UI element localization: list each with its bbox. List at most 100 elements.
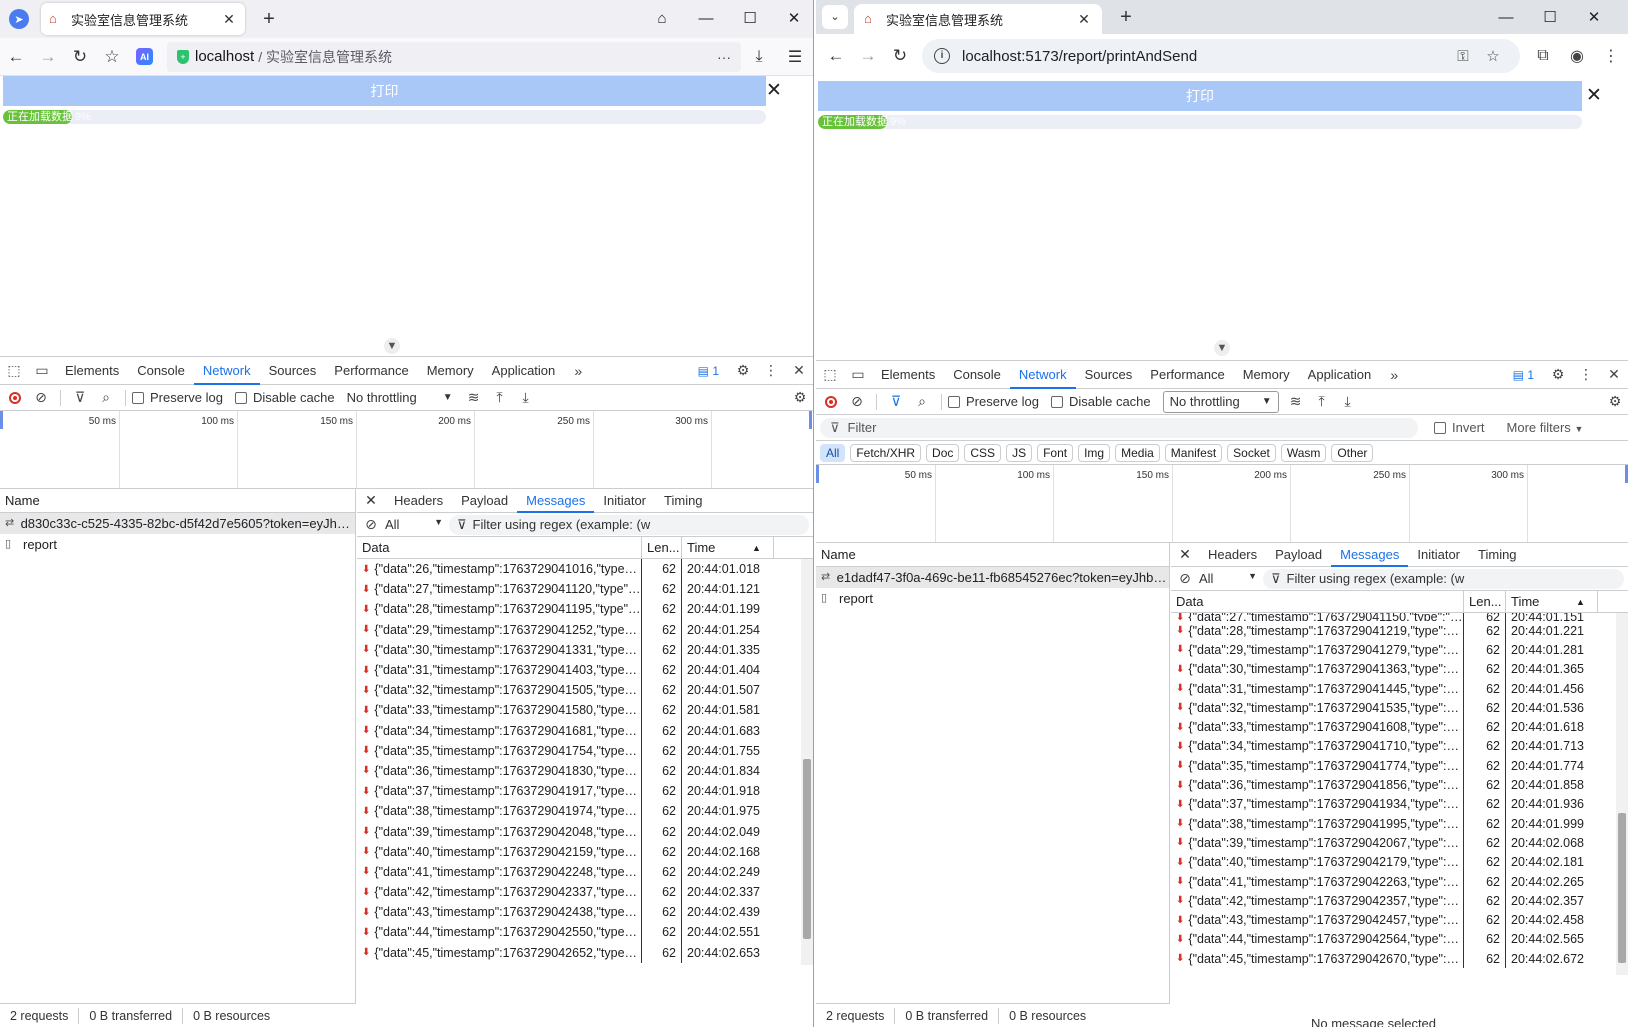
- preserve-log-checkbox[interactable]: Preserve log: [132, 390, 223, 405]
- print-button[interactable]: 打印: [818, 81, 1582, 111]
- issues-badge[interactable]: ▤ 1: [698, 364, 719, 378]
- tab-console[interactable]: Console: [944, 361, 1010, 389]
- type-filter-other[interactable]: Other: [1331, 443, 1374, 462]
- sort-ascending-icon[interactable]: ▲: [1576, 597, 1585, 607]
- maximize-icon[interactable]: ☐: [1528, 8, 1572, 26]
- message-row[interactable]: ⬇ {"data":35,"timestamp":1763729041754,"t…: [357, 740, 813, 761]
- type-filter-img[interactable]: Img: [1078, 443, 1111, 462]
- message-regex-filter[interactable]: ⊽ Filter using regex (example: (w: [449, 514, 809, 535]
- left-tab-active[interactable]: ⌂ 实验室信息管理系统 ✕: [41, 3, 245, 35]
- key-icon[interactable]: ⚿: [1448, 48, 1478, 65]
- shirt-icon[interactable]: ⌂: [640, 10, 684, 27]
- issues-badge[interactable]: ▤ 1: [1513, 368, 1534, 382]
- close-icon[interactable]: ✕: [1076, 11, 1092, 28]
- message-row[interactable]: ⬇ {"data":42,"timestamp":1763729042337,"t…: [357, 882, 813, 903]
- disable-cache-checkbox[interactable]: Disable cache: [234, 390, 335, 405]
- kebab-menu-icon[interactable]: ⋮: [1572, 366, 1600, 383]
- message-row[interactable]: ⬇ {"data":36,"timestamp":1763729041856,"t…: [1171, 775, 1628, 795]
- message-regex-filter[interactable]: ⊽ Filter using regex (example: (w: [1263, 568, 1624, 589]
- tab-memory[interactable]: Memory: [1234, 361, 1299, 389]
- close-devtools-icon[interactable]: ✕: [785, 362, 813, 379]
- network-settings-icon[interactable]: ⚙: [1602, 393, 1628, 410]
- close-icon[interactable]: ✕: [221, 11, 237, 28]
- minimize-icon[interactable]: —: [1484, 9, 1528, 26]
- tab-timing[interactable]: Timing: [655, 489, 712, 513]
- message-row[interactable]: ⬇ {"data":38,"timestamp":1763729041995,"t…: [1171, 813, 1628, 834]
- tab-timing[interactable]: Timing: [1469, 543, 1526, 567]
- request-row[interactable]: ⇄ d830c33c-c525-4335-82bc-d5f42d7e5605?to…: [0, 513, 355, 534]
- app-menu-icon[interactable]: ➤: [9, 9, 29, 29]
- tab-performance[interactable]: Performance: [325, 357, 417, 385]
- tab-network[interactable]: Network: [193, 357, 260, 385]
- timeline-overview[interactable]: 50 ms 100 ms 150 ms 200 ms 250 ms 300 ms: [0, 411, 813, 489]
- tab-headers[interactable]: Headers: [385, 489, 452, 513]
- reload-icon[interactable]: ↻: [884, 46, 916, 66]
- data-column-header[interactable]: Data: [1171, 591, 1464, 613]
- message-row[interactable]: ⬇ {"data":45,"timestamp":1763729042670,"t…: [1171, 949, 1628, 969]
- message-row[interactable]: ⬇ {"data":29,"timestamp":1763729041252,"t…: [357, 619, 813, 640]
- reload-icon[interactable]: ↻: [64, 47, 96, 67]
- clear-icon[interactable]: ⊘: [28, 389, 54, 406]
- kebab-menu-icon[interactable]: ⋮: [1594, 46, 1628, 66]
- invert-checkbox[interactable]: Invert: [1434, 420, 1485, 435]
- message-row[interactable]: ⬇ {"data":34,"timestamp":1763729041710,"t…: [1171, 736, 1628, 757]
- throttling-select[interactable]: No throttling ▼: [347, 390, 453, 405]
- tab-messages[interactable]: Messages: [517, 489, 595, 513]
- close-icon[interactable]: ✕: [1586, 84, 1602, 107]
- disable-cache-checkbox[interactable]: Disable cache: [1050, 394, 1151, 409]
- tab-sources[interactable]: Sources: [1076, 361, 1142, 389]
- message-row[interactable]: ⬇ {"data":39,"timestamp":1763729042048,"t…: [357, 821, 813, 842]
- forward-icon[interactable]: →: [32, 47, 64, 67]
- tab-sources[interactable]: Sources: [260, 357, 326, 385]
- tab-console[interactable]: Console: [128, 357, 194, 385]
- close-devtools-icon[interactable]: ✕: [1600, 366, 1628, 383]
- tab-initiator[interactable]: Initiator: [594, 489, 655, 513]
- type-filter-manifest[interactable]: Manifest: [1164, 443, 1223, 462]
- tab-network[interactable]: Network: [1009, 361, 1076, 389]
- message-row[interactable]: ⬇ {"data":44,"timestamp":1763729042550,"t…: [357, 922, 813, 943]
- message-row[interactable]: ⬇ {"data":37,"timestamp":1763729041934,"t…: [1171, 794, 1628, 814]
- message-row[interactable]: ⬇ {"data":27,"timestamp":1763729041120,"t…: [357, 579, 813, 600]
- message-row[interactable]: ⬇ {"data":32,"timestamp":1763729041505,"t…: [357, 680, 813, 701]
- timeline-range-handle-left[interactable]: [0, 411, 3, 429]
- message-row[interactable]: ⬇ {"data":38,"timestamp":1763729041974,"t…: [357, 801, 813, 822]
- download-har-icon[interactable]: ⤓: [1335, 393, 1361, 410]
- request-row[interactable]: ▯ report: [0, 534, 355, 555]
- tab-elements[interactable]: Elements: [872, 361, 944, 389]
- download-icon[interactable]: ⤓: [741, 48, 777, 66]
- message-row[interactable]: ⬇ {"data":31,"timestamp":1763729041445,"t…: [1171, 678, 1628, 699]
- message-row[interactable]: ⬇ {"data":30,"timestamp":1763729041363,"t…: [1171, 659, 1628, 679]
- more-dots-icon[interactable]: ···: [717, 49, 731, 65]
- sort-ascending-icon[interactable]: ▲: [752, 543, 761, 553]
- type-filter-font[interactable]: Font: [1037, 443, 1074, 462]
- type-filter-all[interactable]: All: [820, 443, 846, 462]
- chevron-down-icon[interactable]: ▼: [1214, 340, 1230, 356]
- close-detail-icon[interactable]: ✕: [1171, 546, 1199, 563]
- omnibox[interactable]: i localhost:5173/report/printAndSend ⚿ ☆: [922, 39, 1520, 73]
- tab-application[interactable]: Application: [1299, 361, 1381, 389]
- scrollbar-thumb[interactable]: [803, 759, 811, 939]
- name-column-header[interactable]: Name: [816, 543, 1169, 567]
- message-row[interactable]: ⬇ {"data":28,"timestamp":1763729041219,"t…: [1171, 621, 1628, 641]
- message-row[interactable]: ⬇ {"data":41,"timestamp":1763729042263,"t…: [1171, 871, 1628, 892]
- right-tab-active[interactable]: ⌂ 实验室信息管理系统 ✕: [854, 4, 1102, 34]
- message-row[interactable]: ⬇ {"data":43,"timestamp":1763729042438,"t…: [357, 902, 813, 923]
- tab-initiator[interactable]: Initiator: [1408, 543, 1469, 567]
- back-icon[interactable]: ←: [0, 47, 32, 67]
- close-icon[interactable]: ✕: [766, 79, 782, 102]
- message-row[interactable]: ⬇ {"data":44,"timestamp":1763729042564,"t…: [1171, 929, 1628, 950]
- kebab-menu-icon[interactable]: ⋮: [757, 362, 785, 379]
- length-column-header[interactable]: Len...: [1464, 591, 1506, 613]
- search-icon[interactable]: ⌕: [93, 389, 119, 406]
- message-row[interactable]: ⬇ {"data":40,"timestamp":1763729042179,"t…: [1171, 852, 1628, 872]
- site-info-icon[interactable]: i: [934, 48, 950, 64]
- message-row[interactable]: ⬇ {"data":36,"timestamp":1763729041830,"t…: [357, 760, 813, 782]
- message-row[interactable]: ⬇ {"data":33,"timestamp":1763729041608,"t…: [1171, 717, 1628, 737]
- message-row[interactable]: ⬇ {"data":31,"timestamp":1763729041403,"t…: [357, 659, 813, 681]
- more-tabs-icon[interactable]: »: [1380, 367, 1408, 383]
- message-row[interactable]: ⬇ {"data":43,"timestamp":1763729042457,"t…: [1171, 910, 1628, 930]
- chevron-down-icon[interactable]: ▼: [384, 338, 400, 354]
- message-row[interactable]: ⬇ {"data":34,"timestamp":1763729041681,"t…: [357, 720, 813, 741]
- filter-icon[interactable]: ⊽: [67, 389, 93, 406]
- tab-messages[interactable]: Messages: [1331, 543, 1409, 567]
